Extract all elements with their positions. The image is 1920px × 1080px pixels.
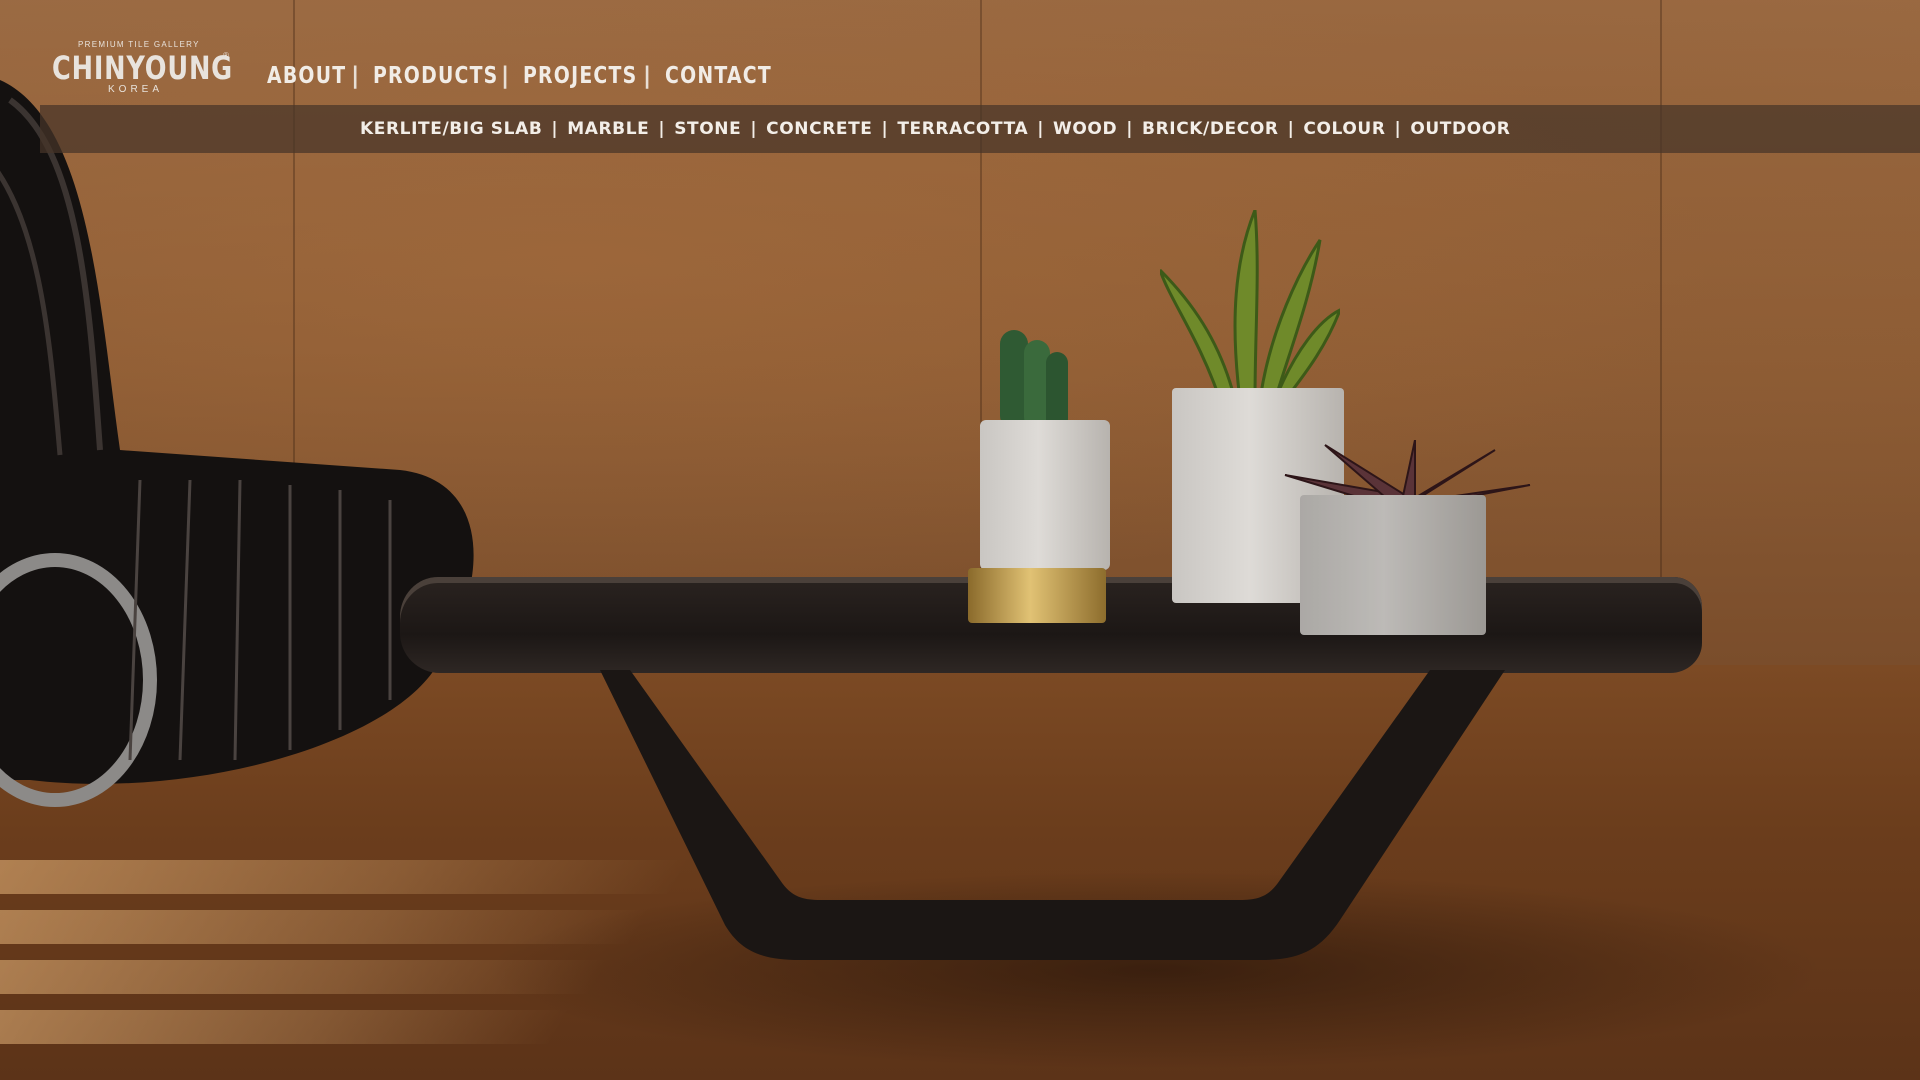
category-brick-decor[interactable]: BRICK/DECOR — [1142, 119, 1279, 139]
logo-tagline: PREMIUM TILE GALLERY — [78, 40, 200, 49]
category-separator: | — [1126, 119, 1134, 139]
site-logo[interactable]: PREMIUM TILE GALLERY CHINYOUNG ® KOREA — [52, 40, 237, 96]
category-kerlite-big-slab[interactable]: KERLITE/BIG SLAB — [360, 119, 542, 139]
category-separator: | — [658, 119, 666, 139]
coffee-table-base — [600, 670, 1505, 960]
category-marble[interactable]: MARBLE — [567, 119, 649, 139]
category-separator: | — [1037, 119, 1045, 139]
category-concrete[interactable]: CONCRETE — [766, 119, 872, 139]
category-separator: | — [1287, 119, 1295, 139]
cactus-plant — [1000, 330, 1068, 430]
category-separator: | — [551, 119, 559, 139]
category-separator: | — [1394, 119, 1402, 139]
snake-plant — [1160, 210, 1340, 400]
category-outdoor[interactable]: OUTDOOR — [1410, 119, 1510, 139]
concrete-pot-square-short — [1300, 495, 1486, 635]
category-terracotta[interactable]: TERRACOTTA — [897, 119, 1028, 139]
nav-separator: | — [351, 63, 361, 89]
main-navigation: ABOUT | PRODUCTS | PROJECTS | CONTACT — [267, 60, 775, 92]
nav-contact[interactable]: CONTACT — [665, 63, 771, 89]
gold-pot-base — [968, 568, 1106, 623]
concrete-pot-round — [980, 420, 1110, 570]
nav-about[interactable]: ABOUT — [267, 63, 345, 89]
nav-separator: | — [642, 63, 653, 89]
category-separator: | — [881, 119, 889, 139]
logo-wordmark: CHINYOUNG — [52, 49, 233, 87]
black-lounge-chair-image — [0, 80, 474, 807]
category-stone[interactable]: STONE — [674, 119, 741, 139]
category-colour[interactable]: COLOUR — [1303, 119, 1385, 139]
registered-mark: ® — [223, 51, 229, 60]
hero-page: PREMIUM TILE GALLERY CHINYOUNG ® KOREA A… — [0, 0, 1920, 1080]
product-category-navigation: KERLITE/BIG SLAB | MARBLE | STONE | CONC… — [360, 105, 1511, 153]
wall-tile-seam — [1660, 0, 1662, 665]
nav-projects[interactable]: PROJECTS — [523, 63, 636, 89]
category-separator: | — [750, 119, 758, 139]
category-wood[interactable]: WOOD — [1053, 119, 1117, 139]
nav-products[interactable]: PRODUCTS — [373, 63, 497, 89]
nav-separator: | — [500, 63, 511, 89]
logo-country: KOREA — [108, 84, 164, 95]
